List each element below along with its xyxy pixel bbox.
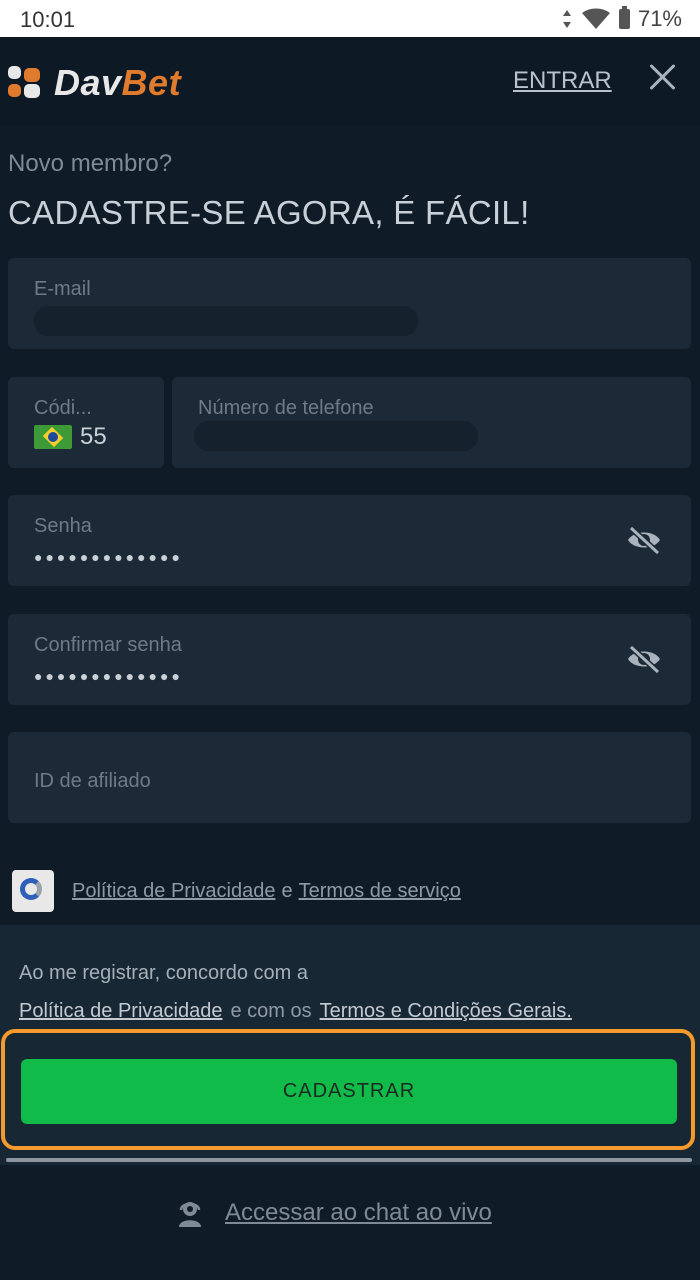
live-chat-label: Accessar ao chat ao vivo: [225, 1199, 492, 1226]
data-arrows-icon: [562, 10, 571, 28]
privacy-policy-link[interactable]: Política de Privacidade: [72, 880, 275, 903]
password-field[interactable]: Senha ●●●●●●●●●●●●●: [8, 495, 691, 586]
confirm-password-label: Confirmar senha: [34, 634, 182, 656]
close-icon[interactable]: [646, 60, 678, 92]
email-field[interactable]: E-mail: [8, 258, 691, 349]
recaptcha-notice: Política de Privacidade e Termos de serv…: [12, 870, 461, 912]
confirm-password-field[interactable]: Confirmar senha ●●●●●●●●●●●●●: [8, 614, 691, 705]
logo-text: DavBet: [54, 62, 182, 103]
agreement-privacy-link[interactable]: Política de Privacidade: [19, 1000, 222, 1023]
agreement-text: Ao me registrar, concordo com a: [19, 962, 309, 984]
agreement-middle-text: e com os: [230, 1000, 312, 1022]
agreement-terms-link[interactable]: Termos e Condições Gerais.: [320, 1000, 572, 1023]
logo-mark-icon: [8, 66, 42, 100]
confirm-password-value: ●●●●●●●●●●●●●: [34, 668, 183, 684]
wifi-icon: [581, 8, 610, 29]
country-code-label: Códi...: [34, 397, 92, 419]
terms-of-service-link[interactable]: Termos de serviço: [299, 880, 461, 903]
app-logo[interactable]: DavBet: [8, 62, 181, 104]
country-code-select[interactable]: Códi... 55: [8, 377, 164, 468]
and-text: e: [281, 879, 293, 902]
recaptcha-icon: [12, 870, 54, 912]
eye-off-icon[interactable]: [625, 644, 663, 674]
form-subtitle: Novo membro?: [8, 150, 173, 177]
form-title: CADASTRE-SE AGORA, É FÁCIL!: [8, 194, 530, 231]
divider: [6, 1158, 692, 1162]
status-bar: 10:01 71%: [0, 0, 700, 37]
country-code-value: 55: [80, 423, 107, 450]
email-value-redacted: [34, 306, 418, 336]
phone-label: Número de telefone: [198, 397, 374, 419]
phone-value-redacted: [194, 421, 478, 451]
phone-field[interactable]: Número de telefone: [172, 377, 691, 468]
login-link[interactable]: ENTRAR: [513, 67, 612, 95]
eye-off-icon[interactable]: [625, 525, 663, 555]
affiliate-id-field[interactable]: ID de afiliado: [8, 732, 691, 823]
agreement-links: Política de Privacidade e com os Termos …: [19, 1000, 572, 1023]
register-button[interactable]: CADASTRAR: [21, 1059, 677, 1124]
password-value: ●●●●●●●●●●●●●: [34, 549, 183, 565]
brazil-flag-icon: [34, 425, 72, 449]
battery-icon: [618, 6, 630, 29]
password-label: Senha: [34, 515, 92, 537]
support-agent-icon: [179, 1202, 201, 1227]
live-chat-link[interactable]: Accessar ao chat ao vivo: [175, 1198, 492, 1228]
affiliate-id-label: ID de afiliado: [34, 770, 151, 792]
email-label: E-mail: [34, 278, 91, 300]
status-icons: 71%: [561, 6, 682, 32]
battery-percent: 71%: [637, 6, 682, 31]
status-time: 10:01: [20, 7, 76, 32]
